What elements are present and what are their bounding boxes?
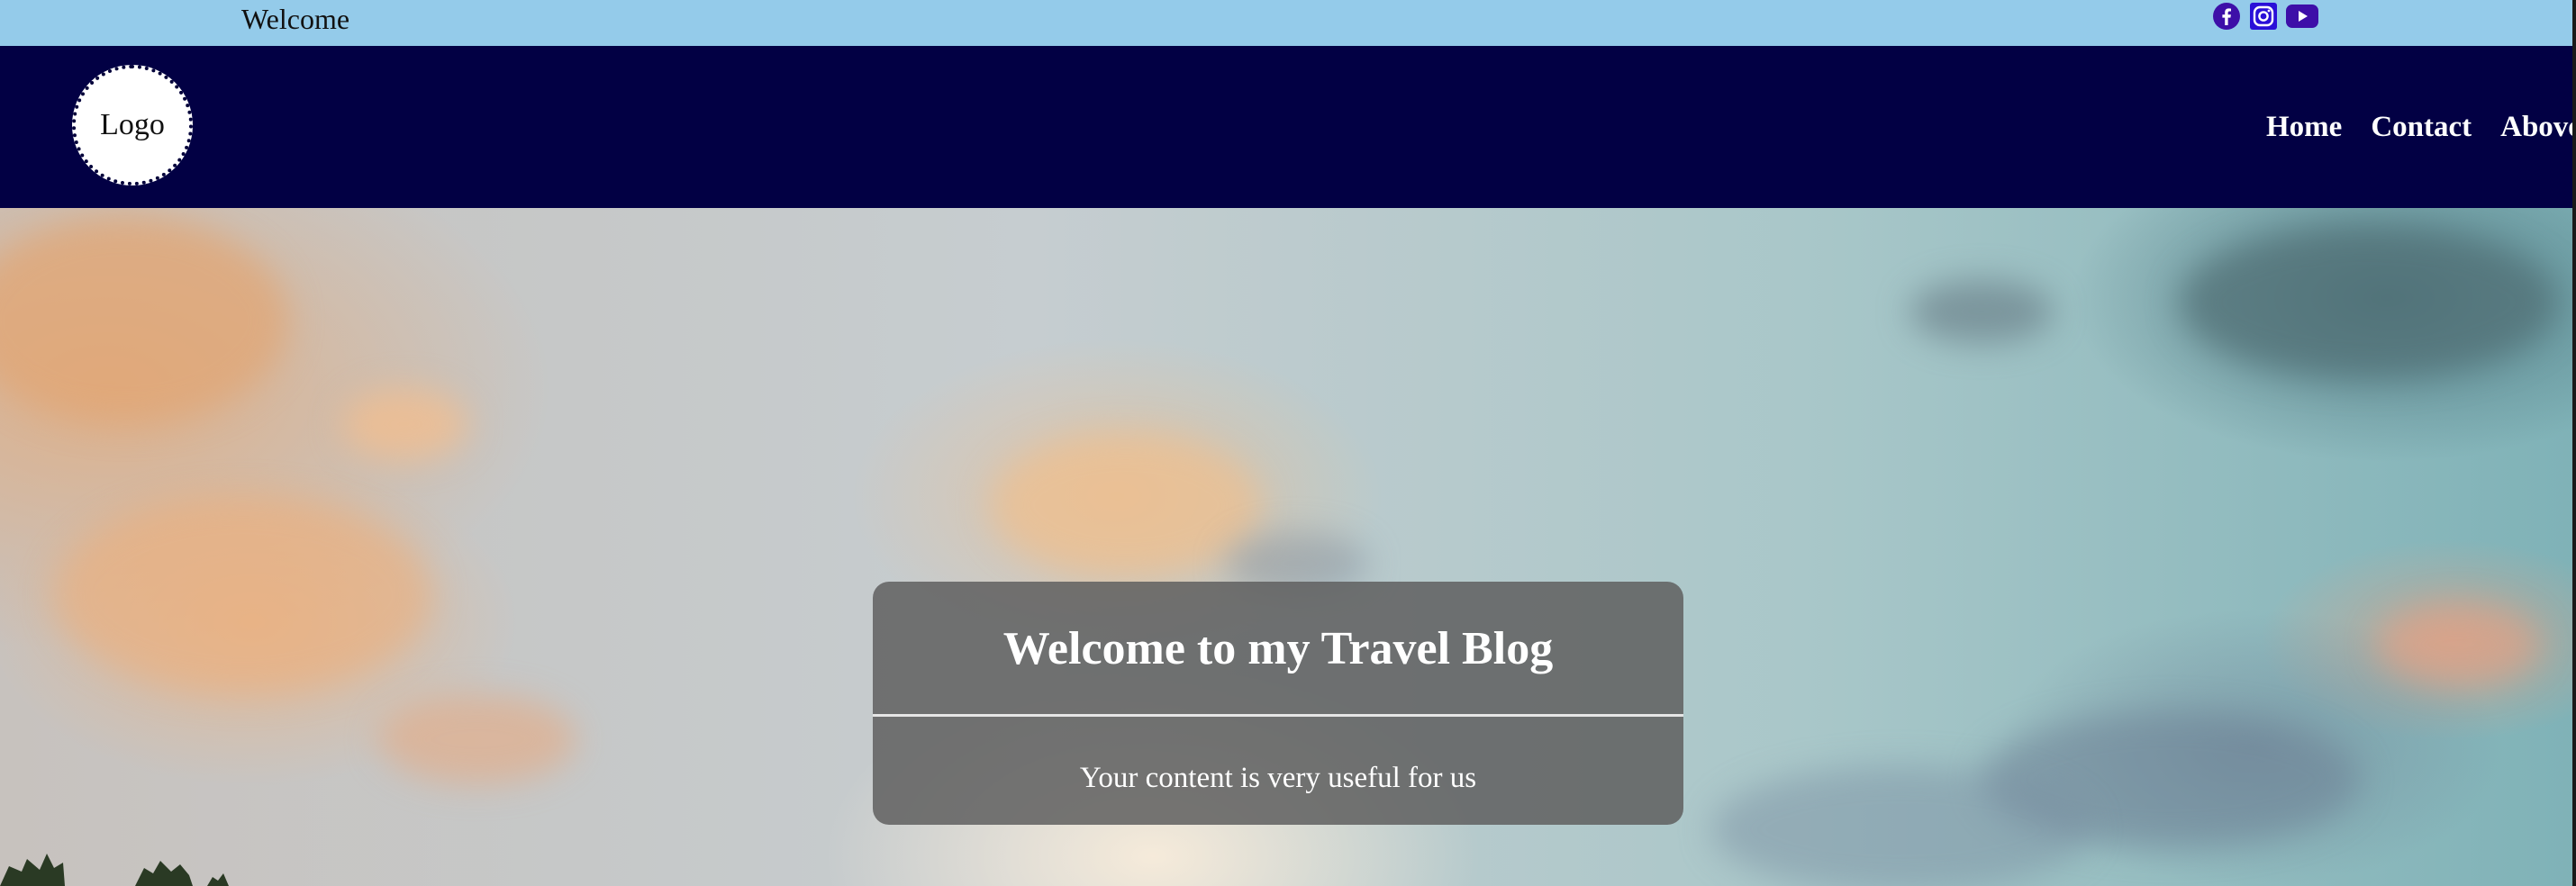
nav-link-above[interactable]: Above (2500, 111, 2576, 144)
window-edge (2572, 0, 2576, 886)
hero-title: Welcome to my Travel Blog (873, 582, 1683, 717)
instagram-icon[interactable] (2250, 3, 2277, 34)
main-navbar: Logo Home Contact Above (0, 46, 2576, 208)
cloud-shape (378, 694, 576, 784)
cloud-shape (991, 433, 1261, 577)
hero-subtitle: Your content is very useful for us (1079, 762, 1477, 794)
hero-section: Welcome to my Travel Blog Your content i… (0, 208, 2576, 886)
top-bar: Welcome (0, 0, 2576, 46)
cloud-shape (2180, 226, 2558, 379)
nav-menu: Home Contact Above (2266, 46, 2576, 208)
welcome-text: Welcome (241, 3, 350, 35)
cloud-shape (0, 217, 288, 424)
logo-text: Logo (100, 108, 165, 141)
youtube-icon[interactable] (2286, 4, 2318, 33)
cloud-shape (342, 388, 468, 460)
social-links (2212, 2, 2318, 35)
welcome-card: Welcome to my Travel Blog Your content i… (873, 582, 1683, 825)
palm-tree-silhouette (0, 854, 229, 886)
nav-link-home[interactable]: Home (2266, 111, 2342, 144)
cloud-shape (2378, 604, 2540, 685)
cloud-shape (1711, 766, 2090, 886)
cloud-shape (54, 496, 432, 694)
nav-link-contact[interactable]: Contact (2371, 111, 2472, 144)
logo[interactable]: Logo (72, 65, 193, 185)
facebook-icon[interactable] (2212, 2, 2241, 35)
cloud-shape (1909, 280, 2054, 343)
